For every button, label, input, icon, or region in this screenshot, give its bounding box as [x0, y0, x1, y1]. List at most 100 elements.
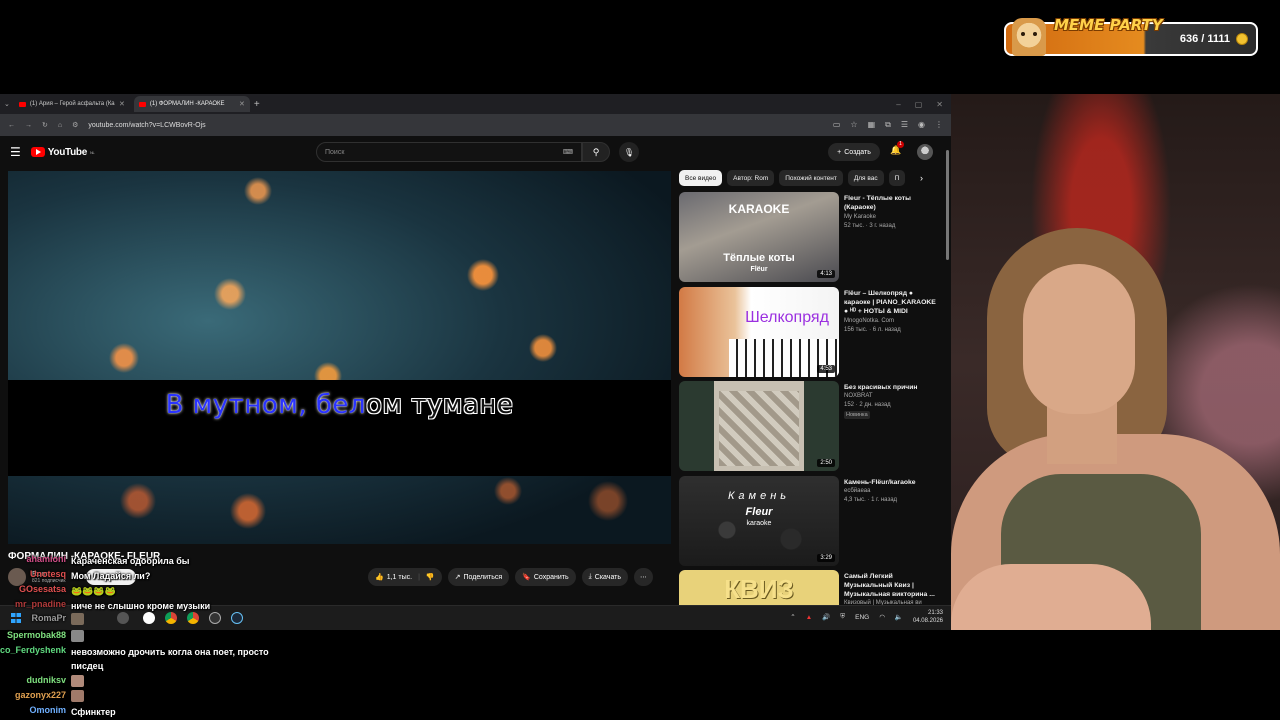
steam-icon[interactable] — [231, 612, 243, 624]
more-horizontal-icon: ⋯ — [640, 574, 648, 581]
chrome-profile-icon[interactable] — [187, 612, 199, 624]
reload-icon[interactable]: ↻ — [42, 121, 48, 129]
voice-search-button[interactable]: 🎙 — [619, 142, 639, 162]
recommendation-item[interactable]: Шелкопряд 4:53 Flëur – Шелкопряд ● карао… — [679, 287, 941, 377]
chat-username: GOsesatsa — [18, 584, 66, 594]
forward-icon[interactable]: → — [25, 122, 32, 129]
browser-tab-2[interactable]: (1) ФОРМАЛИН -КАРАОКЕ ✕ — [133, 96, 250, 112]
chat-text: Мом Ладайся ли? — [71, 571, 151, 581]
browser-tab-1[interactable]: (1) Ария – Герой асфальта (Ка ✕ — [14, 96, 130, 112]
minimize-icon[interactable]: – — [896, 100, 900, 109]
recommendation-item[interactable]: Камень Fleur karaoke 3:29 Камень-Flëur/k… — [679, 476, 941, 566]
recommendation-channel[interactable]: есбйаеаа — [844, 488, 870, 494]
thumbs-down-icon[interactable]: 👎 — [426, 573, 435, 581]
recommendation-title[interactable]: Flëur – Шелкопряд ● караоке | PIANO_KARA… — [844, 289, 940, 316]
keyboard-icon[interactable]: ⌨ — [563, 148, 573, 156]
share-button[interactable]: ↗ Поделиться — [447, 568, 510, 586]
duration-badge: 4:13 — [817, 270, 835, 278]
meme-party-count: 636 / 1111 — [1179, 33, 1230, 45]
puzzle-icon[interactable]: ⧉ — [885, 120, 891, 130]
chrome-icon[interactable] — [165, 612, 177, 624]
recommendation-item[interactable]: КВИЗ Самый Легкий Музыкальный Квиз | Муз… — [679, 570, 941, 606]
chip-similar[interactable]: Похожий контент — [779, 170, 843, 186]
chat-emote — [71, 613, 84, 625]
tray-shield-icon[interactable]: ⛨ — [840, 613, 845, 621]
recommendation-title[interactable]: Fleur - Тёплые коты (Караоке) — [844, 194, 940, 212]
bookmark-star-icon[interactable]: ☆ — [850, 120, 857, 130]
recommendation-title[interactable]: Самый Легкий Музыкальный Квиз | Музыкаль… — [844, 572, 940, 599]
thumbs-up-icon: 👍 — [375, 574, 384, 581]
video-thumbnail[interactable]: Камень Fleur karaoke 3:29 — [679, 476, 839, 566]
chat-message: Omonim Сфинктер — [0, 705, 115, 719]
hamburger-menu-icon[interactable]: ☰ — [10, 145, 21, 159]
search-button[interactable]: ⚲ — [582, 142, 610, 162]
more-actions-button[interactable]: ⋯ — [634, 568, 654, 586]
chip-all[interactable]: Все видео — [679, 170, 723, 186]
chat-username: ahamioni — [26, 554, 66, 564]
maximize-icon[interactable]: ▢ — [915, 100, 923, 109]
chip-author[interactable]: Автор: Rom — [727, 170, 775, 186]
sidebar-icon[interactable]: ☰ — [901, 120, 908, 130]
create-button[interactable]: + Создать — [828, 143, 880, 161]
video-thumbnail[interactable]: КВИЗ — [679, 570, 839, 606]
chat-emote — [71, 690, 84, 702]
search-placeholder: Поиск — [325, 148, 345, 156]
bookmark-icon: 🔖 — [522, 574, 531, 581]
duration-badge: 4:53 — [817, 365, 835, 373]
video-thumbnail[interactable]: KARAOKE Тёплые коты Flëur 4:13 — [679, 192, 839, 282]
chat-message: dudniksv — [0, 675, 84, 687]
profile-icon[interactable]: ◉ — [918, 120, 925, 130]
new-tab-icon[interactable]: + — [254, 99, 260, 110]
like-button[interactable]: 👍 1,1 тыс. | 👎 — [368, 568, 442, 586]
home-icon[interactable]: ⌂ — [58, 122, 62, 129]
youtube-logo[interactable]: YouTube NL — [30, 146, 95, 158]
more-menu-icon[interactable]: ⋮ — [935, 120, 943, 130]
microphone-icon: 🎙 — [623, 147, 635, 157]
recommendation-channel[interactable]: My Karaoke — [844, 214, 876, 220]
recommendation-title[interactable]: Без красивых причин — [844, 383, 940, 392]
extension-icon[interactable]: ▦ — [868, 120, 876, 130]
save-button[interactable]: 🔖 Сохранить — [515, 568, 576, 586]
chat-message: GOsesatsa 🐸🐸🐸🐸 — [0, 584, 116, 598]
account-avatar[interactable] — [917, 144, 933, 160]
tab-list-chevron-icon[interactable]: ⌄ — [4, 100, 10, 108]
download-button[interactable]: ⤓ Скачать — [581, 568, 629, 586]
close-icon[interactable]: ✕ — [239, 100, 245, 108]
chip-for-you[interactable]: Для вас — [847, 170, 884, 186]
recommendation-channel[interactable]: NOXBRAT — [844, 393, 873, 399]
video-thumbnail[interactable]: Шелкопряд 4:53 — [679, 287, 839, 377]
obs-icon[interactable] — [209, 612, 221, 624]
meme-party-title: MEME PARTY — [1054, 16, 1163, 34]
tab-title: (1) Ария – Герой асфальта (Ка — [29, 101, 115, 107]
cast-icon[interactable]: ▭ — [833, 120, 841, 130]
tray-app-icon[interactable]: ▲ — [806, 614, 812, 621]
speaker-icon[interactable]: 🔈 — [895, 613, 903, 621]
site-info-icon[interactable]: ⚙ — [72, 121, 78, 129]
chip-truncated[interactable]: П — [888, 170, 906, 186]
language-indicator[interactable]: ENG — [855, 614, 869, 621]
close-icon[interactable]: ✕ — [119, 100, 125, 108]
search-input[interactable]: Поиск ⌨ — [316, 142, 582, 162]
taskbar-app-icon[interactable] — [117, 612, 129, 624]
chat-text: ниче не слышно кроме музыки — [71, 601, 211, 611]
plus-icon: + — [837, 148, 842, 156]
scrollbar-thumb[interactable] — [946, 150, 949, 260]
recommendation-item[interactable]: 2:50 Без красивых причин NOXBRAT 152 · 2… — [679, 381, 941, 471]
lyric-sung-part: В мутном, бел — [165, 390, 367, 420]
volume-icon[interactable]: 🔊 — [822, 613, 830, 621]
wifi-icon[interactable]: ◠ — [879, 613, 885, 621]
recommendation-item[interactable]: KARAOKE Тёплые коты Flëur 4:13 Fleur - Т… — [679, 192, 941, 282]
chevron-right-icon[interactable]: › — [920, 173, 923, 183]
recommendation-channel[interactable]: MnogoNotka. Com — [844, 318, 894, 324]
back-icon[interactable]: ← — [8, 122, 15, 129]
url-field[interactable]: youtube.com/watch?v=LCWBovR-Ojs — [88, 122, 205, 129]
tray-chevron-icon[interactable]: ⌃ — [790, 613, 795, 621]
video-thumbnail[interactable]: 2:50 — [679, 381, 839, 471]
video-player[interactable]: В мутном, белом тумане — [8, 171, 671, 544]
page-scrollbar[interactable] — [945, 150, 950, 570]
recommendation-title[interactable]: Камень-Flëur/karaoke — [844, 478, 940, 487]
yandex-browser-icon[interactable] — [143, 612, 155, 624]
youtube-wordmark: YouTube — [47, 146, 88, 158]
close-window-icon[interactable]: ✕ — [936, 100, 943, 109]
taskbar-clock[interactable]: 21:33 04.08.2026 — [913, 609, 943, 625]
